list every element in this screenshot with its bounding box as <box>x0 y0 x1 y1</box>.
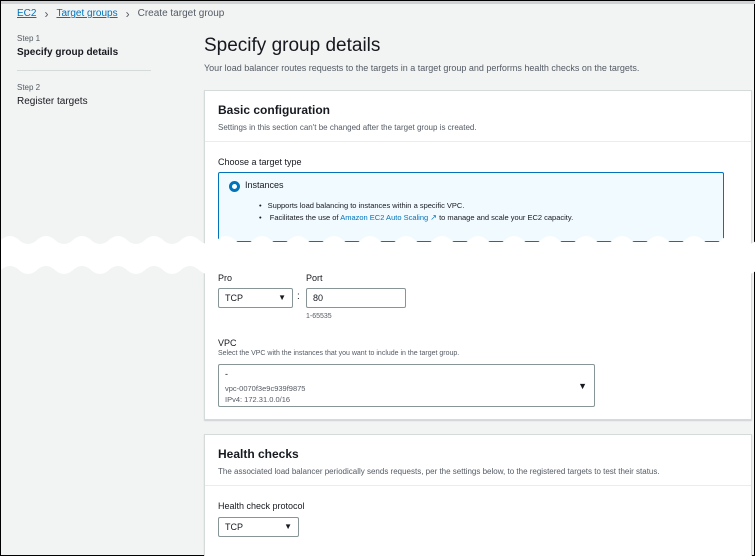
panel-title: Health checks <box>218 447 299 461</box>
chevron-right-icon: › <box>125 6 130 21</box>
page-title: Specify group details <box>204 35 381 56</box>
health-check-protocol-label: Health check protocol <box>218 501 305 511</box>
caret-down-icon: ▼ <box>578 381 587 391</box>
target-type-option-label: Instances <box>245 180 284 190</box>
step-1-title: Specify group details <box>17 47 119 58</box>
caret-down-icon: ▼ <box>278 293 286 302</box>
auto-scaling-link[interactable]: Amazon EC2 Auto Scaling <box>340 213 428 222</box>
external-link-icon: ↗ <box>430 213 437 222</box>
vpc-select[interactable]: - vpc-0070f3e9c939f9875 IPv4: 172.31.0.0… <box>218 364 595 407</box>
target-type-label: Choose a target type <box>218 157 302 167</box>
vpc-label: VPC <box>218 338 237 348</box>
panel-divider <box>205 141 751 142</box>
wizard-steps: Step 1 Specify group details Step 2 Regi… <box>17 34 151 107</box>
list-item: Facilitates the use of Amazon EC2 Auto S… <box>259 213 573 222</box>
port-input-value: 80 <box>313 293 324 303</box>
vpc-id: vpc-0070f3e9c939f9875 <box>225 384 306 393</box>
port-input[interactable]: 80 <box>306 288 406 308</box>
panel-subtitle: Settings in this section can't be change… <box>218 123 477 132</box>
health-checks-panel: Health checks The associated load balanc… <box>204 434 752 556</box>
top-border <box>1 1 755 4</box>
chevron-right-icon: › <box>44 6 49 21</box>
target-type-description: Supports load balancing to instances wit… <box>259 201 574 225</box>
step-divider <box>17 70 151 71</box>
screenshot-break <box>1 236 755 274</box>
list-item: Supports load balancing to instances wit… <box>259 201 573 210</box>
step-2-label: Step 2 <box>17 83 41 92</box>
colon-separator: : <box>297 291 300 302</box>
step-2-title[interactable]: Register targets <box>17 96 151 107</box>
panel-subtitle: The associated load balancer periodicall… <box>218 467 660 476</box>
port-hint: 1-65535 <box>306 313 332 320</box>
protocol-select[interactable]: TCP ▼ <box>218 288 293 308</box>
vpc-name: - <box>225 369 228 379</box>
protocol-select-value: TCP <box>225 293 243 303</box>
step-1-label: Step 1 <box>17 34 41 43</box>
health-check-protocol-select[interactable]: TCP ▼ <box>218 517 299 537</box>
vpc-cidr: IPv4: 172.31.0.0/16 <box>225 395 291 404</box>
vpc-hint: Select the VPC with the instances that y… <box>218 350 460 357</box>
breadcrumb-link-target-groups[interactable]: Target groups <box>56 8 117 19</box>
panel-divider <box>205 485 751 486</box>
breadcrumb-current: Create target group <box>137 8 225 19</box>
caret-down-icon: ▼ <box>284 522 292 531</box>
radio-selected-icon[interactable] <box>229 181 240 192</box>
health-check-protocol-value: TCP <box>225 522 243 532</box>
panel-title: Basic configuration <box>218 103 331 117</box>
breadcrumb-link-ec2[interactable]: EC2 <box>17 8 36 19</box>
breadcrumb: EC2 › Target groups › Create target grou… <box>17 6 225 21</box>
page-description: Your load balancer routes requests to th… <box>204 63 640 73</box>
